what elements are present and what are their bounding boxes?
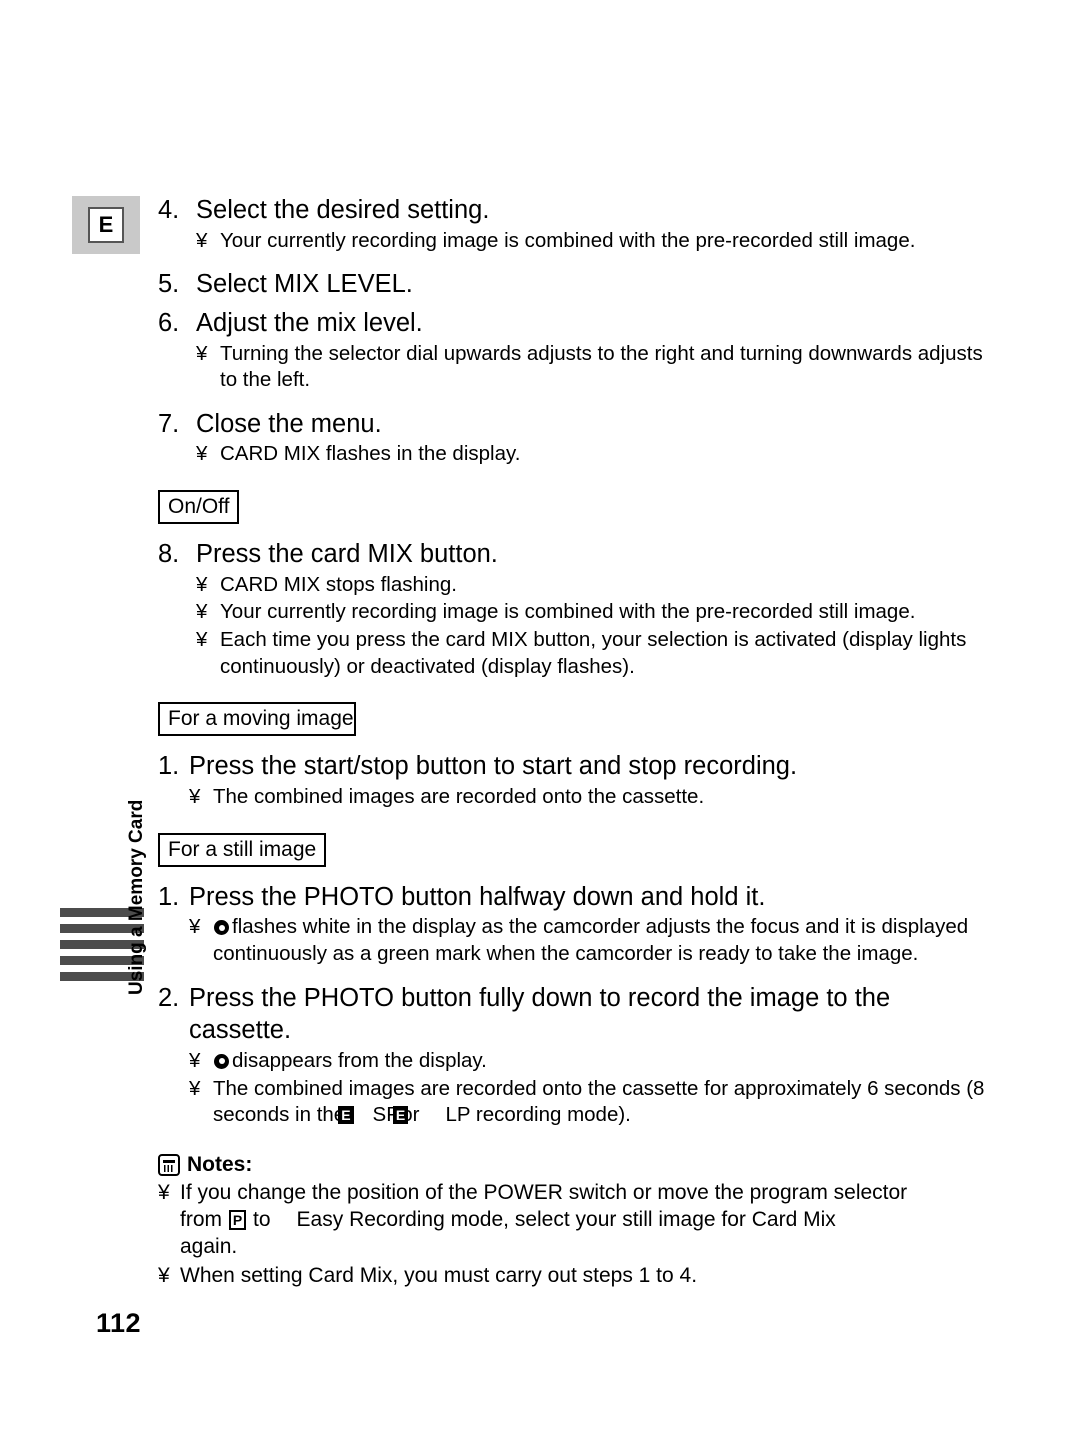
bullet-glyph: ¥ (189, 785, 201, 809)
language-marker-letter: E (88, 207, 124, 243)
step-text: Press the PHOTO button fully down to rec… (189, 983, 891, 1045)
step-text: Select MIX LEVEL. (196, 270, 413, 299)
step-text: Press the start/stop button to start and… (189, 752, 798, 781)
bullet-text: Each time you press the card MIX button,… (220, 628, 967, 678)
bullet-item: ¥ Your currently recording image is comb… (196, 599, 988, 626)
step-heading: 8. Press the card MIX button. (158, 538, 988, 571)
step-heading: 1. Press the PHOTO button halfway down a… (158, 881, 988, 914)
step-number: 1. (158, 752, 180, 781)
program-mode-icon: P (228, 1210, 247, 1231)
note-line-2-prefix: from (180, 1208, 222, 1232)
bullet-item: ¥ Each time you press the card MIX butto… (196, 627, 988, 680)
bullet-glyph: ¥ (196, 341, 208, 365)
record-mode-symbol-icon: E (338, 1106, 354, 1125)
step-bullets: ¥ flashes white in the display as the ca… (189, 914, 988, 967)
step-heading: 4. Select the desired setting. (158, 194, 988, 227)
notes-icon (158, 1153, 180, 1176)
bullet-text: Your currently recording image is combin… (220, 600, 916, 624)
bullet-text: Turning the selector dial upwards adjust… (220, 341, 983, 392)
bullet-glyph: ¥ (189, 1076, 201, 1100)
section-side-tab: Using a Memory Card (60, 799, 156, 1017)
step-number: 4. (158, 196, 180, 224)
step-number: 5. (158, 270, 180, 299)
bullet-glyph: ¥ (158, 1180, 170, 1204)
bullet-item: ¥ Turning the selector dial upwards adju… (196, 341, 988, 394)
bullet-text: disappears from the display. (232, 1048, 487, 1072)
bullet-item: ¥ disappears from the display. (189, 1048, 988, 1075)
notes-heading-label: Notes: (187, 1152, 253, 1176)
step-bullets: ¥ Your currently recording image is comb… (196, 228, 988, 255)
still-image-section-label: For a still image (158, 832, 327, 867)
bullet-glyph: ¥ (189, 915, 201, 939)
step-number: 7. (158, 409, 180, 438)
step-text: Press the card MIX button. (196, 540, 498, 569)
step-heading: 7. Close the menu. (158, 408, 988, 441)
note-item: ¥ If you change the position of the POWE… (158, 1179, 988, 1261)
step-heading: 5. Select MIX LEVEL. (158, 268, 988, 301)
note-line-2-suffix: Easy Recording mode, select your still i… (296, 1208, 836, 1232)
bullet-text-suffix: recording mode). (475, 1103, 631, 1127)
step-bullets: ¥ The combined images are recorded onto … (189, 784, 988, 811)
bullet-text: The combined images are recorded onto th… (213, 785, 705, 809)
bullet-text-recording-modes: The combined images are recorded onto th… (213, 1076, 988, 1129)
bullet-glyph: ¥ (196, 228, 208, 252)
bullet-text: CARD MIX stops flashing. (220, 572, 457, 596)
note-line-1: If you change the position of the POWER … (180, 1180, 908, 1204)
bullet-glyph: ¥ (196, 628, 208, 652)
bullet-item: ¥ CARD MIX flashes in the display. (196, 441, 988, 468)
notes-heading: Notes: (158, 1153, 988, 1177)
note-line-3: again. (180, 1235, 238, 1259)
step-heading: 1. Press the start/stop button to start … (158, 750, 988, 783)
note-text: If you change the position of the POWER … (180, 1179, 988, 1261)
bullet-item: ¥ Your currently recording image is comb… (196, 228, 988, 255)
focus-ring-icon (214, 1053, 229, 1069)
bullet-glyph: ¥ (158, 1263, 170, 1287)
bullet-text: flashes white in the display as the camc… (213, 915, 969, 966)
bullet-item: ¥ CARD MIX stops flashing. (196, 572, 988, 599)
onoff-section-label: On/Off (158, 490, 240, 525)
moving-image-section-header-row: For a moving image (158, 702, 988, 737)
step-number: 6. (158, 308, 180, 337)
step-heading: 6. Adjust the mix level. (158, 307, 988, 340)
bullet-text-with-symbol: disappears from the display. (213, 1048, 988, 1075)
bullet-text-with-symbol: flashes white in the display as the camc… (213, 914, 988, 967)
step-number: 8. (158, 540, 180, 569)
page-content: 4. Select the desired setting. ¥ Your cu… (158, 180, 988, 1289)
record-mode-symbol-icon: E (392, 1106, 409, 1125)
step-heading: 2. Press the PHOTO button fully down to … (158, 982, 988, 1047)
language-marker: E (72, 196, 140, 254)
bullet-glyph: ¥ (196, 442, 208, 466)
step-text: Adjust the mix level. (196, 308, 423, 337)
bullet-text: CARD MIX flashes in the display. (220, 442, 521, 466)
step-bullets: ¥ Turning the selector dial upwards adju… (196, 341, 988, 394)
bullet-text: Your currently recording image is combin… (220, 228, 916, 252)
step-bullets: ¥ disappears from the display. ¥ The com… (189, 1048, 988, 1129)
bullet-item: ¥ The combined images are recorded onto … (189, 784, 988, 811)
moving-image-section-label: For a moving image (158, 702, 356, 737)
notes-list: ¥ If you change the position of the POWE… (158, 1179, 988, 1289)
bullet-glyph: ¥ (189, 1048, 201, 1072)
step-number: 2. (158, 983, 180, 1012)
page-number: 112 (96, 1308, 142, 1338)
focus-ring-icon (214, 920, 229, 936)
note-text: When setting Card Mix, you must carry ou… (180, 1263, 698, 1287)
step-number: 1. (158, 882, 180, 911)
bullet-glyph: ¥ (196, 572, 208, 596)
step-text: Select the desired setting. (196, 196, 490, 224)
step-text: Press the PHOTO button halfway down and … (189, 882, 766, 911)
onoff-section-header-row: On/Off (158, 490, 988, 525)
step-bullets: ¥ CARD MIX stops flashing. ¥ Your curren… (196, 572, 988, 681)
note-item: ¥ When setting Card Mix, you must carry … (158, 1262, 988, 1289)
record-mode-lp: LP (445, 1103, 471, 1127)
side-tab-label: Using a Memory Card (126, 799, 147, 995)
step-text: Close the menu. (196, 409, 382, 438)
still-image-section-header-row: For a still image (158, 832, 988, 867)
bullet-item: ¥ The combined images are recorded onto … (189, 1076, 988, 1129)
note-line-2-mid: to (253, 1208, 271, 1232)
bullet-glyph: ¥ (196, 600, 208, 624)
bullet-item: ¥ flashes white in the display as the ca… (189, 914, 988, 967)
step-bullets: ¥ CARD MIX flashes in the display. (196, 441, 988, 468)
